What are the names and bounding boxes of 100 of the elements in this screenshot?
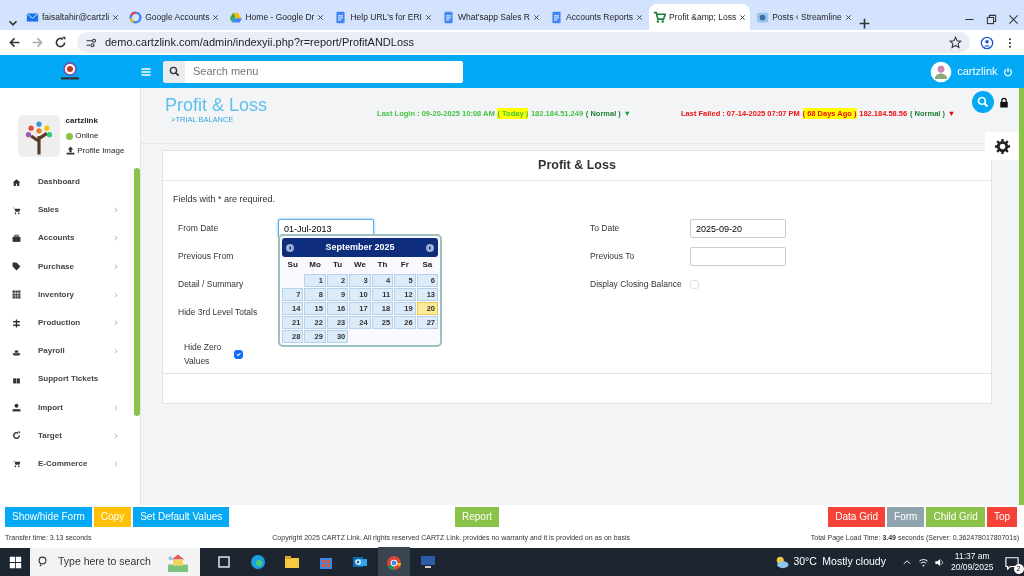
back-icon[interactable] [8,36,21,49]
site-icon [756,10,770,24]
prev-icon[interactable] [286,243,294,252]
required-note: Fields with * are required. [173,193,277,206]
weather-text: Mostly cloudy [822,554,886,570]
chevron-up-icon[interactable] [902,557,913,567]
restore-icon[interactable] [985,13,997,25]
next-icon[interactable] [426,243,434,252]
search-icon [976,96,989,108]
search-field[interactable]: Search menu [163,60,463,83]
settings-button[interactable] [985,132,1019,160]
close-icon[interactable] [425,13,432,21]
action-button[interactable]: Data Grid [828,506,886,527]
lock-icon[interactable] [999,96,1009,108]
browser-tab[interactable]: Home - Google Dr [225,4,329,30]
address-bar[interactable]: demo.cartzlink.com/admin/indexyii.php?r=report/ProfitANDLoss [77,32,970,53]
close-icon[interactable] [1007,13,1019,25]
folder-icon[interactable] [284,554,300,570]
scrollbar-thumb[interactable] [1019,88,1024,505]
reload-icon[interactable] [54,36,67,49]
field-label: From Date [178,222,220,236]
weekday-label: Mo [308,259,322,271]
weekday-label: Sa [421,259,434,271]
sidebar-item[interactable]: E-Commerce [0,449,131,479]
tree-avatar-drawing [18,115,60,157]
sidebar-item[interactable]: Import [0,393,131,422]
sidebar-item[interactable]: Sales [0,196,131,225]
browser-tab[interactable]: What'sapp Sales R [438,4,544,30]
wifi-icon[interactable] [917,556,929,568]
sidebar-item[interactable]: Accounts [0,224,131,253]
edge-icon[interactable] [250,554,266,570]
grid-icon [12,290,21,300]
close-icon[interactable] [317,13,325,21]
clock-date[interactable]: 20/09/2025 [950,562,994,573]
close-icon[interactable] [112,13,120,21]
field-label: Hide 3rd Level Totals [178,306,259,320]
chrome-icon[interactable] [386,554,402,571]
close-icon[interactable] [636,13,644,21]
close-icon[interactable] [739,13,747,21]
weekday-label: We [353,259,367,271]
input-field[interactable] [690,247,786,266]
site-settings-icon [85,36,97,49]
card-title: Profit & Loss [163,151,991,181]
profile-image-link[interactable]: Profile Image [77,144,125,157]
sidebar-item[interactable]: Purchase [0,252,131,281]
sidebar-item[interactable]: Production [0,308,131,338]
sidebar-item[interactable]: Dashboard [0,168,131,197]
weekday-label: Th [376,259,389,271]
search-icon [168,66,180,77]
browser-tab[interactable]: faisaltahir@cartzli [22,4,124,30]
status-dot-icon [65,132,73,140]
avatar-icon[interactable] [929,60,952,83]
weekday-label: Tu [331,259,344,271]
tag-icon [12,262,21,272]
field-label: Previous To [590,250,636,264]
house-icon [12,177,21,187]
envelope-icon [26,10,39,24]
task-view-icon[interactable] [216,554,232,570]
sidebar-item[interactable]: Target [0,421,131,450]
upload-icon [65,146,75,156]
cart-icon [653,10,667,24]
taskbar-search-field[interactable]: Type here to search [30,548,200,576]
month-title: September 2025 [325,240,395,254]
close-icon[interactable] [844,13,852,21]
browser-tab[interactable]: Google Accounts [125,4,224,30]
mail-app-icon[interactable] [352,554,368,570]
close-icon[interactable] [533,13,540,21]
action-button[interactable]: Top [986,506,1017,527]
browser-tab[interactable]: Posts ‹ Streamline [752,4,856,30]
star-icon[interactable] [949,36,962,49]
browser-tab[interactable]: Help URL's for ERI [330,4,436,30]
sidebar-item[interactable]: Support Tickets [0,365,131,394]
scrollbar-thumb[interactable] [134,168,140,416]
document-icon [442,10,455,24]
document-icon [334,10,348,24]
settings-icon [994,138,1010,154]
input-field[interactable]: 2025-09-20 [690,219,786,238]
account-icon[interactable] [980,35,994,50]
status-text: Online [75,130,99,142]
search-button[interactable] [971,91,994,113]
field-label: To Date [590,222,621,236]
field-label: Hide Zero Values [183,340,223,368]
sidebar-item[interactable]: Payroll [0,337,131,366]
triangle-icon [229,10,243,24]
windows-icon[interactable] [8,555,22,569]
remote-desktop-icon[interactable] [420,554,436,570]
notification-icon[interactable] [1004,555,1019,570]
clock-time[interactable]: 11:37 am [954,551,990,562]
sidebar-item[interactable]: Inventory [0,280,131,309]
browser-tab[interactable]: Profit &amp; Loss [649,4,751,30]
temperature-text: 30°C [793,554,817,570]
power-icon[interactable] [1003,66,1013,77]
browser-tab[interactable]: Accounts Reports [546,4,648,30]
weekday-label: Su [286,259,299,271]
weekday-label: Fr [399,259,410,271]
close-icon[interactable] [212,13,220,21]
new-tab-icon[interactable] [857,17,871,30]
document-icon [550,10,563,24]
checkbox[interactable] [234,350,243,359]
profile-name: cartzlink [65,115,99,128]
